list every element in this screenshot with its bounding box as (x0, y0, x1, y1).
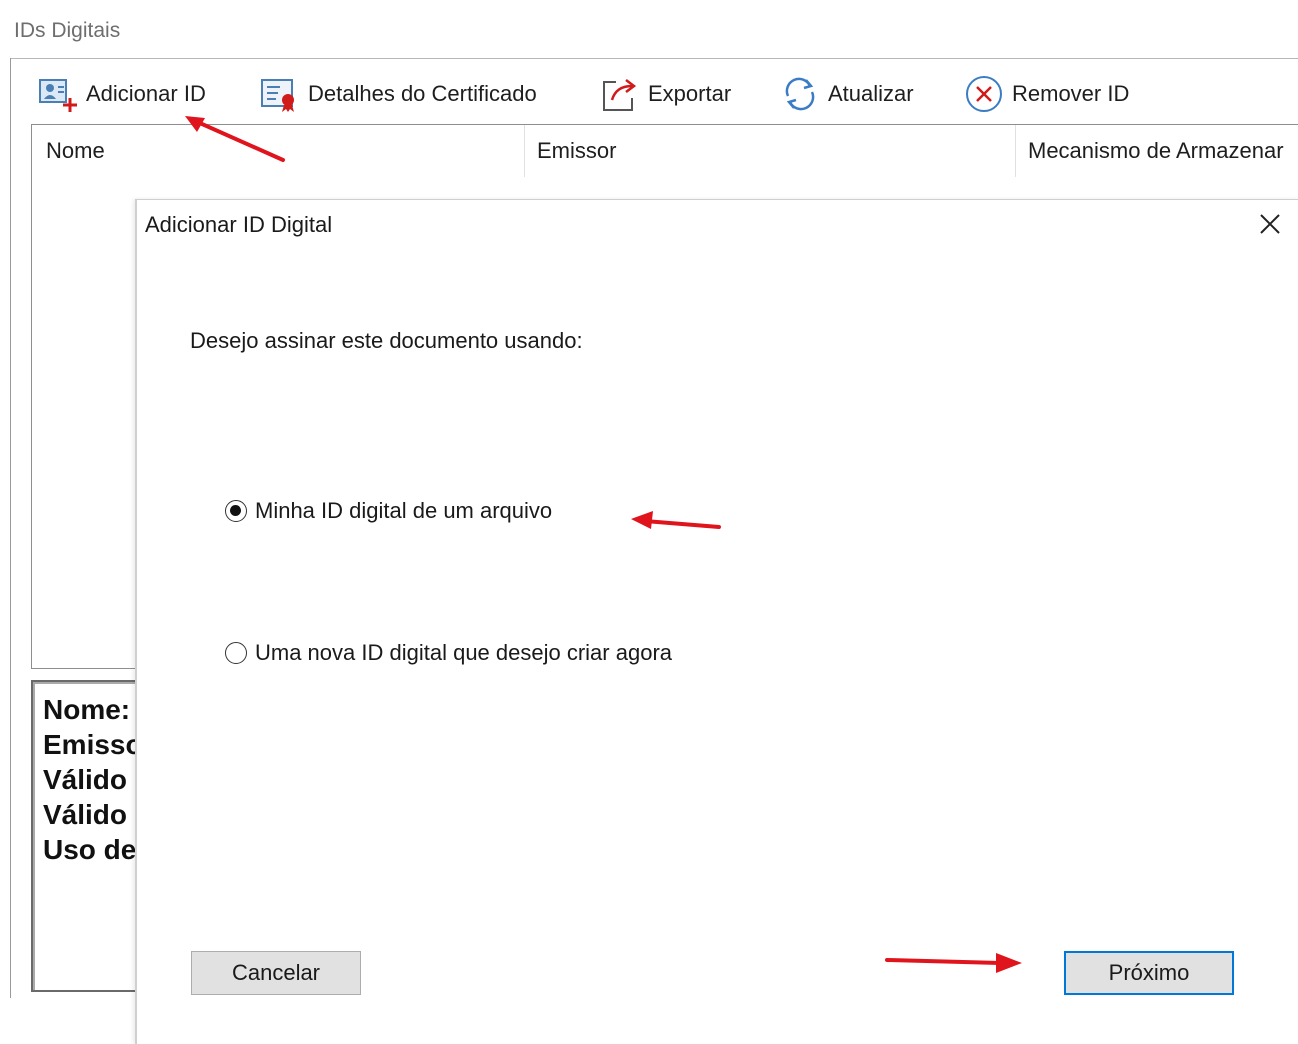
add-id-button[interactable]: Adicionar ID (38, 64, 206, 124)
column-header-storage[interactable]: Mecanismo de Armazenar (1028, 125, 1298, 177)
close-button[interactable] (1251, 210, 1287, 240)
window-title: IDs Digitais (14, 19, 121, 42)
remove-icon (964, 74, 1004, 114)
radio-button-unselected[interactable] (225, 642, 247, 664)
add-digital-id-dialog: Adicionar ID Digital Desejo assinar este… (135, 199, 1298, 1044)
details-usage-label: Uso de (43, 834, 137, 865)
details-valid-to-label: Válido (43, 799, 128, 830)
toolbar: Adicionar ID Detalhes do Certificado Exp… (10, 64, 1298, 124)
window-left-border (10, 58, 11, 998)
next-button[interactable]: Próximo (1064, 951, 1234, 995)
option-create-new-id-label: Uma nova ID digital que desejo criar ago… (255, 640, 673, 665)
certificate-details-button[interactable]: Detalhes do Certificado (260, 64, 537, 124)
dialog-title: Adicionar ID Digital (145, 212, 333, 237)
column-divider[interactable] (524, 125, 525, 177)
certificate-icon (260, 74, 300, 114)
certificate-details-label: Detalhes do Certificado (308, 81, 537, 106)
remove-id-label: Remover ID (1012, 81, 1130, 106)
close-icon (1260, 214, 1280, 234)
details-name-label: Nome: (43, 694, 131, 725)
export-button[interactable]: Exportar (600, 64, 731, 124)
refresh-label: Atualizar (828, 81, 914, 106)
refresh-button[interactable]: Atualizar (780, 64, 914, 124)
title-separator (10, 58, 1298, 59)
refresh-icon (780, 74, 820, 114)
remove-id-button[interactable]: Remover ID (964, 64, 1129, 124)
cancel-button[interactable]: Cancelar (191, 951, 361, 995)
option-id-from-file[interactable]: Minha ID digital de um arquivo (225, 498, 552, 524)
export-icon (600, 74, 640, 114)
column-header-name[interactable]: Nome (46, 125, 516, 177)
add-user-id-icon (38, 74, 78, 114)
add-id-label: Adicionar ID (86, 81, 206, 106)
export-label: Exportar (648, 81, 732, 106)
signing-prompt: Desejo assinar este documento usando: (190, 328, 583, 353)
column-header-issuer[interactable]: Emissor (537, 125, 1007, 177)
list-header: Nome Emissor Mecanismo de Armazenar (32, 125, 1298, 177)
column-divider[interactable] (1015, 125, 1016, 177)
details-valid-from-label: Válido (43, 764, 128, 795)
option-id-from-file-label: Minha ID digital de um arquivo (255, 498, 553, 523)
option-create-new-id[interactable]: Uma nova ID digital que desejo criar ago… (225, 640, 672, 666)
radio-button-selected[interactable] (225, 500, 247, 522)
